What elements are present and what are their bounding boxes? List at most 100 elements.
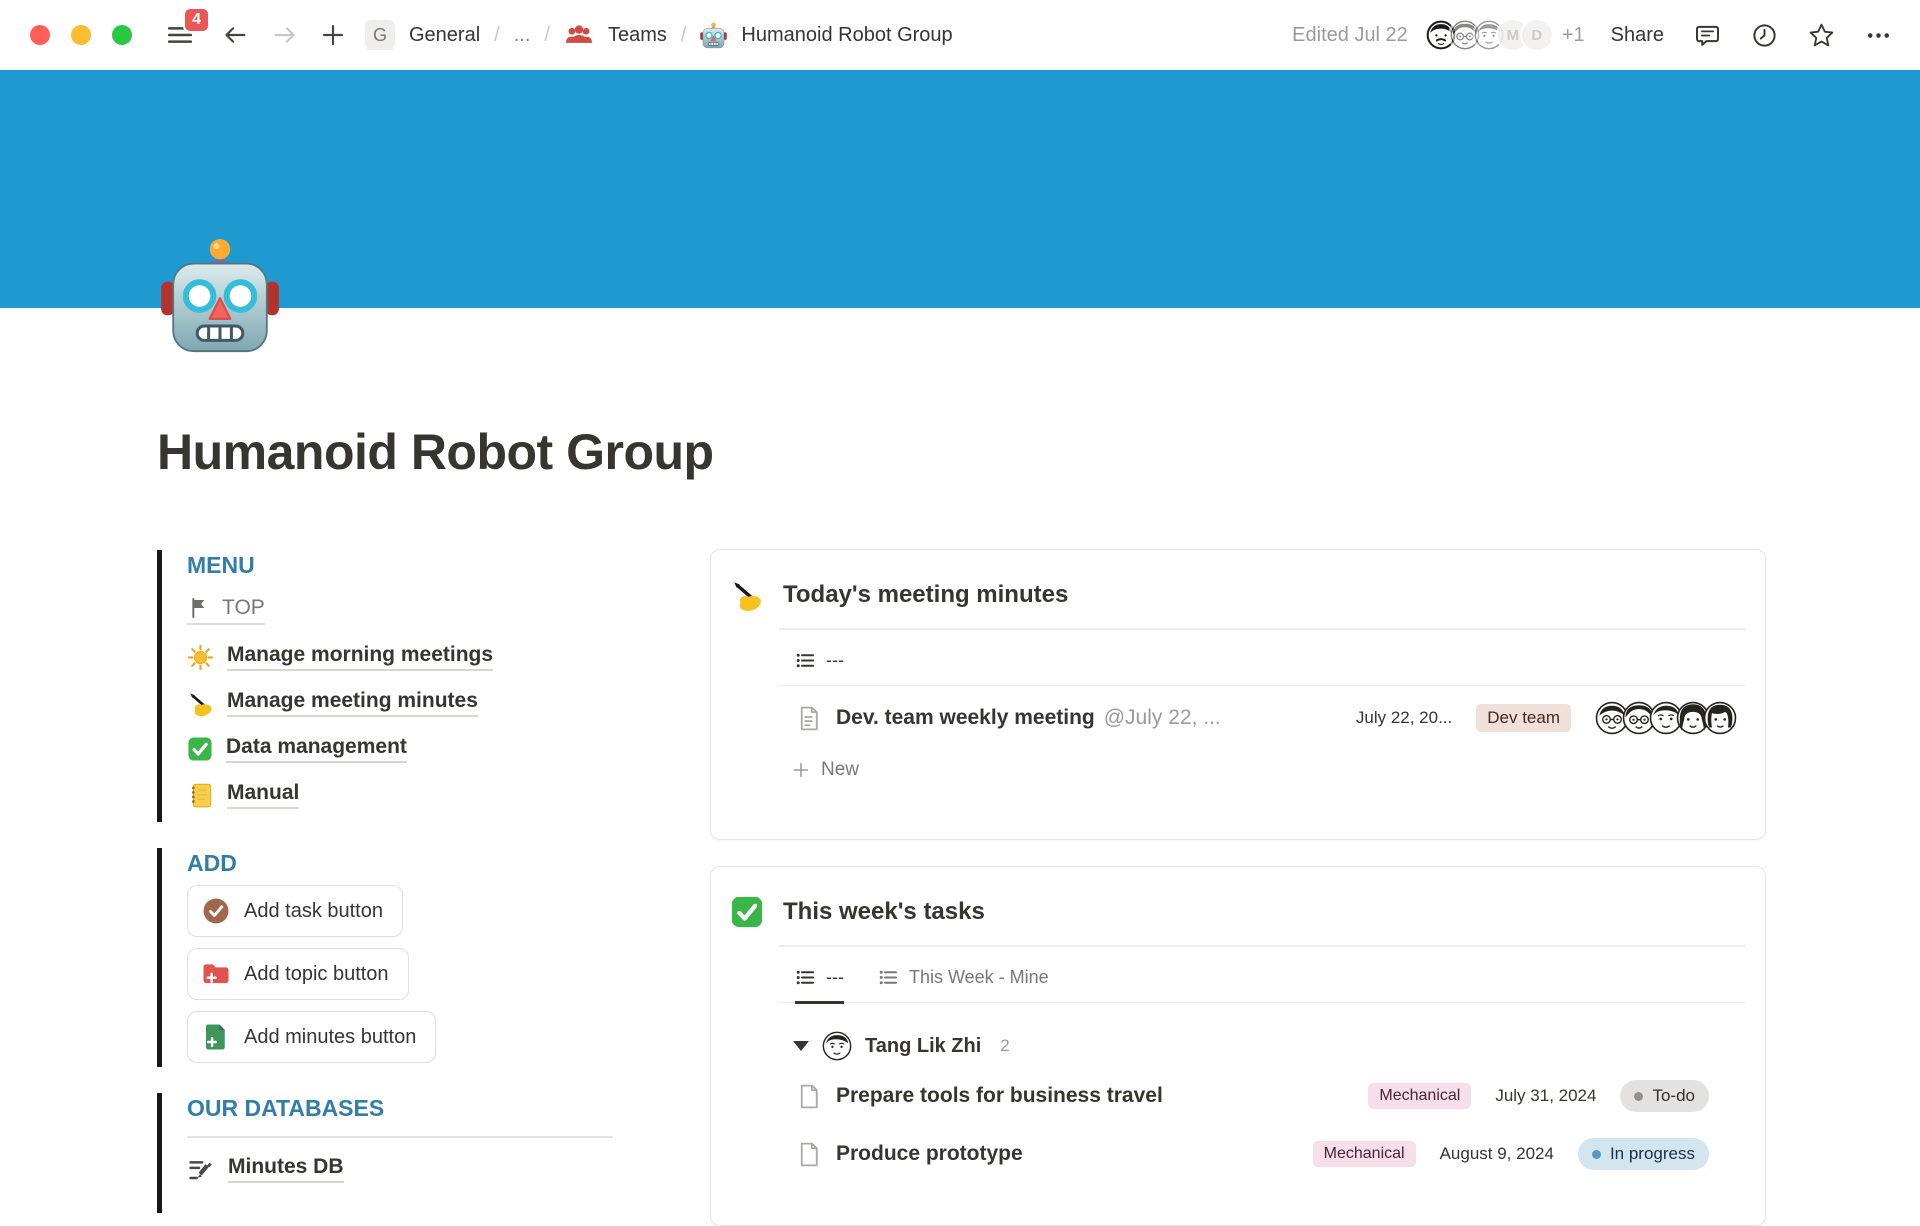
view-tab-default[interactable]: ---	[795, 650, 844, 687]
add-section: ADD Add task button Add topic button Add…	[157, 848, 627, 1067]
group-header-row: Tang Lik Zhi 2	[711, 1003, 1765, 1067]
button-label: Add minutes button	[244, 1026, 416, 1049]
breadcrumb-ellipsis[interactable]: ...	[514, 24, 531, 47]
status-badge[interactable]: In progress	[1578, 1138, 1709, 1170]
menu-link-label: Data management	[226, 735, 407, 763]
menu-link-data-management[interactable]: Data management	[187, 726, 627, 772]
avatar-initial-d: D	[1522, 20, 1552, 50]
new-item-button[interactable]: New	[711, 741, 1765, 781]
view-tab-default[interactable]: ---	[795, 967, 844, 1004]
page-icon	[795, 705, 822, 732]
breadcrumb: G General / ... / Teams / Humanoid Robot…	[347, 20, 953, 50]
breadcrumb-separator: /	[544, 24, 550, 47]
nav-back-button[interactable]	[221, 21, 249, 49]
add-minutes-button[interactable]: Add minutes button	[187, 1011, 436, 1063]
writing-hand-icon	[187, 690, 214, 717]
page-title[interactable]: Humanoid Robot Group	[157, 423, 714, 481]
weekly-tasks-card: This week's tasks --- This Week - Mine T…	[710, 866, 1766, 1226]
nav-forward-button[interactable]	[271, 21, 299, 49]
breadcrumb-general[interactable]: General	[409, 24, 480, 47]
window-minimize-button[interactable]	[71, 25, 91, 45]
window-zoom-button[interactable]	[112, 25, 132, 45]
breadcrumb-teams[interactable]: Teams	[608, 24, 667, 47]
share-button[interactable]: Share	[1611, 24, 1664, 47]
flag-icon	[187, 596, 211, 620]
task-title[interactable]: Prepare tools for business travel	[836, 1084, 1163, 1108]
list-view-icon	[795, 650, 816, 671]
writing-hand-icon	[730, 578, 764, 612]
green-check-icon	[730, 895, 764, 929]
group-person-name[interactable]: Tang Lik Zhi	[865, 1035, 981, 1058]
menu-heading: MENU	[187, 552, 627, 579]
meeting-minutes-card: Today's meeting minutes --- Dev. team we…	[710, 549, 1766, 840]
category-tag[interactable]: Mechanical	[1368, 1083, 1471, 1109]
task-row[interactable]: Prepare tools for business travel Mechan…	[711, 1067, 1765, 1125]
task-row[interactable]: Produce prototype Mechanical August 9, 2…	[711, 1125, 1765, 1183]
star-icon	[1808, 22, 1835, 49]
task-title[interactable]: Produce prototype	[836, 1142, 1023, 1166]
attendee-avatar-stack	[1595, 701, 1737, 735]
page-icon	[795, 1141, 822, 1168]
menu-link-top[interactable]: TOP	[187, 587, 627, 634]
add-topic-button[interactable]: Add topic button	[187, 948, 409, 1000]
task-due-date[interactable]: July 31, 2024	[1495, 1086, 1596, 1106]
meeting-date[interactable]: July 22, 20...	[1356, 708, 1452, 728]
card-title[interactable]: Today's meeting minutes	[783, 581, 1068, 609]
breadcrumb-page[interactable]: Humanoid Robot Group	[741, 24, 952, 47]
view-tab-label: ---	[826, 650, 844, 671]
more-options-button[interactable]	[1865, 22, 1892, 49]
card-header: This week's tasks	[711, 867, 1765, 945]
avatar	[822, 1031, 852, 1061]
teams-icon	[564, 20, 594, 50]
button-label: Add topic button	[244, 963, 389, 986]
databases-heading: OUR DATABASES	[187, 1095, 627, 1122]
team-tag[interactable]: Dev team	[1476, 704, 1571, 732]
red-folder-plus-icon	[201, 959, 231, 989]
group-task-count: 2	[1000, 1036, 1009, 1056]
favorite-button[interactable]	[1808, 22, 1835, 49]
status-badge[interactable]: To-do	[1620, 1080, 1709, 1112]
workspace-chip[interactable]: G	[365, 20, 395, 50]
databases-section: OUR DATABASES Minutes DB	[157, 1093, 627, 1213]
comments-button[interactable]	[1694, 22, 1721, 49]
window-close-button[interactable]	[30, 25, 50, 45]
avatar	[1703, 701, 1737, 735]
page-cover-image	[0, 70, 1920, 308]
notification-badge: 4	[183, 7, 210, 33]
meeting-title[interactable]: Dev. team weekly meeting	[836, 706, 1095, 730]
view-tab-this-week-mine[interactable]: This Week - Mine	[878, 967, 1049, 1004]
add-heading: ADD	[187, 850, 627, 877]
window-titlebar: 4 G General / ... / Teams / Humanoid Rob…	[0, 0, 1920, 70]
menu-link-label: Manage meeting minutes	[227, 689, 478, 717]
status-label: To-do	[1652, 1086, 1695, 1106]
forward-arrow-icon	[271, 21, 299, 49]
avatar-overflow-count[interactable]: +1	[1562, 24, 1585, 47]
back-arrow-icon	[221, 21, 249, 49]
meeting-date-mention[interactable]: @July 22, ...	[1104, 706, 1221, 730]
menu-link-morning-meetings[interactable]: Manage morning meetings	[187, 634, 627, 680]
page-icon	[795, 1083, 822, 1110]
category-tag[interactable]: Mechanical	[1313, 1141, 1416, 1167]
list-view-icon	[795, 967, 816, 988]
history-button[interactable]	[1751, 22, 1778, 49]
list-view-icon	[878, 967, 899, 988]
status-dot-icon	[1634, 1092, 1643, 1101]
robot-emoji-icon	[700, 22, 727, 49]
green-doc-plus-icon	[201, 1022, 231, 1052]
view-tab-label: This Week - Mine	[909, 967, 1049, 988]
add-task-button[interactable]: Add task button	[187, 885, 403, 937]
card-header: Today's meeting minutes	[711, 550, 1765, 628]
page-icon-robot[interactable]	[160, 236, 280, 356]
menu-link-meeting-minutes[interactable]: Manage meeting minutes	[187, 680, 627, 726]
button-label: Add task button	[244, 900, 383, 923]
sidebar-toggle-button[interactable]: 4	[165, 20, 195, 50]
status-dot-icon	[1592, 1150, 1601, 1159]
minutes-db-link[interactable]: Minutes DB	[187, 1155, 627, 1183]
collapse-triangle-icon[interactable]	[793, 1041, 809, 1051]
divider	[187, 1136, 613, 1138]
meeting-row[interactable]: Dev. team weekly meeting @July 22, ... J…	[711, 686, 1765, 741]
task-due-date[interactable]: August 9, 2024	[1440, 1144, 1554, 1164]
menu-link-manual[interactable]: Manual	[187, 772, 627, 818]
new-tab-button[interactable]	[319, 21, 347, 49]
card-title[interactable]: This week's tasks	[783, 898, 985, 926]
